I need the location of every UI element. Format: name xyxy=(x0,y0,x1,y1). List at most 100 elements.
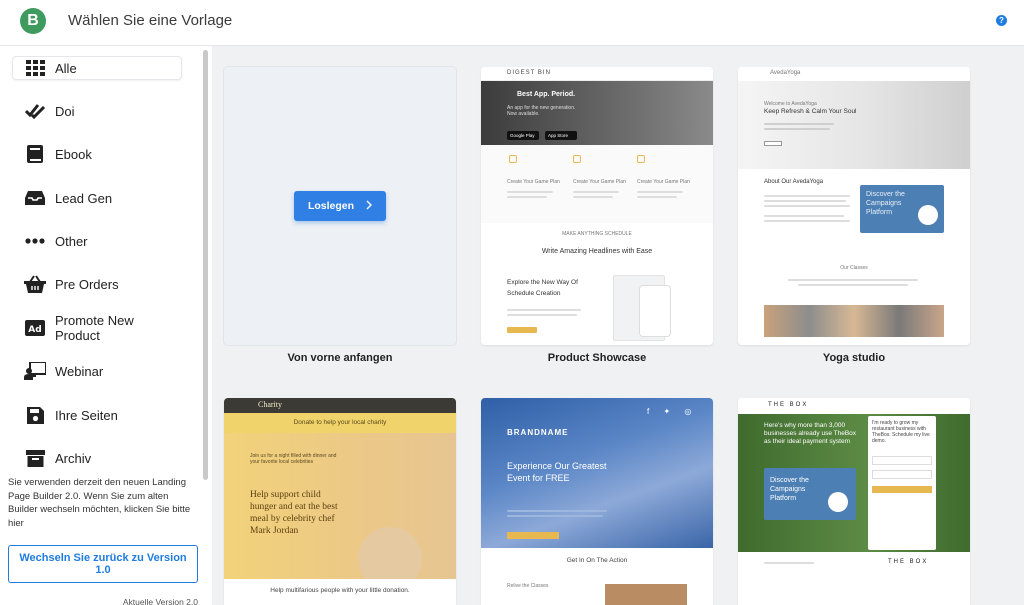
preview-hero-title: Keep Refresh & Calm Your Soul xyxy=(764,108,857,115)
preview-video: Discover the Campaigns Platform xyxy=(764,468,856,520)
sidebar: Alle Doi Ebook Lead Gen Other Pre Orders… xyxy=(0,46,212,605)
preview-about-title: About Our AvedaYoga xyxy=(764,179,824,185)
help-icon[interactable]: ? xyxy=(996,15,1007,26)
preview-footer: THE BOX xyxy=(738,552,970,605)
more-dots-icon xyxy=(24,230,46,252)
preview-headline-section: MAKE ANYTHING SCHEDULE Write Amazing Hea… xyxy=(481,223,713,345)
preview-brand: DIGEST BIN xyxy=(507,70,551,76)
feature-icon xyxy=(573,155,581,163)
page-title: Wählen Sie eine Vorlage xyxy=(68,12,233,29)
sidebar-item-label: Doi xyxy=(55,103,75,119)
template-card-event[interactable]: BRANDNAME Experience Our Greatest Event … xyxy=(481,398,713,605)
template-card-blank[interactable]: Loslegen xyxy=(224,67,456,345)
start-button[interactable]: Loslegen xyxy=(294,191,386,221)
preview-classes-title: Our Classes xyxy=(840,265,868,271)
ad-icon: Ad xyxy=(24,317,46,339)
preview-relive: Relive the Classes xyxy=(507,583,549,589)
sidebar-item-archiv[interactable]: Archiv xyxy=(13,447,181,469)
preview-headline: Write Amazing Headlines with Ease xyxy=(541,248,653,255)
preview-banner-text: Donate to help your local charity xyxy=(293,419,387,426)
sidebar-item-doi[interactable]: Doi xyxy=(13,100,181,122)
sidebar-item-label: Promote New Product xyxy=(55,313,134,343)
preview-explore: Explore the New Way Of Schedule Creation xyxy=(507,279,578,297)
grid-icon xyxy=(24,57,46,79)
preview-headline: Help support child hunger and eat the be… xyxy=(250,490,338,536)
sidebar-item-webinar[interactable]: Webinar xyxy=(13,360,181,382)
preview-small-text: Join us for a night filled with dinner a… xyxy=(250,453,337,465)
template-label: Von vorne anfangen xyxy=(287,352,393,364)
sidebar-item-label: Ebook xyxy=(55,146,92,162)
brand-logo[interactable]: B xyxy=(20,8,46,34)
switch-version-button[interactable]: Wechseln Sie zurück zu Version 1.0 xyxy=(8,545,198,583)
sidebar-item-lead-gen[interactable]: Lead Gen xyxy=(13,187,181,209)
preview-video-title: Discover the Campaigns Platform xyxy=(866,191,905,216)
preview-features: Create Your Game Plan Create Your Game P… xyxy=(481,145,713,223)
template-card-product-showcase[interactable]: DIGEST BIN Best App. Period. An app for … xyxy=(481,67,713,345)
template-label: Product Showcase xyxy=(547,352,647,364)
sidebar-item-label: Archiv xyxy=(55,450,92,466)
preview-nav: Charity xyxy=(224,398,456,413)
preview-hero-sub: An app for the new generation. Now avail… xyxy=(507,105,576,117)
feature-icon xyxy=(637,155,645,163)
sidebar-item-ihre-seiten[interactable]: Ihre Seiten xyxy=(13,404,181,426)
preview-nav: THE BOX xyxy=(738,398,970,414)
preview-hero: Join us for a night filled with dinner a… xyxy=(224,433,456,605)
preview-headline: Experience Our Greatest Event for FREE xyxy=(507,461,607,483)
preview-brand: AvedaYoga xyxy=(770,70,801,76)
preview-footer: Help multifarious people with your littl… xyxy=(224,579,456,605)
preview-brand: THE BOX xyxy=(768,402,809,408)
sidebar-item-label: Alle xyxy=(55,60,77,76)
archive-icon xyxy=(24,447,46,469)
feature-title: Create Your Game Plan xyxy=(637,179,690,185)
sidebar-item-label: Webinar xyxy=(55,363,104,379)
preview-video: Discover the Campaigns Platform xyxy=(860,185,944,233)
sidebar-item-other[interactable]: Other xyxy=(13,230,181,252)
template-card-charity[interactable]: Charity Donate to help your local charit… xyxy=(224,398,456,605)
sidebar-item-pre-orders[interactable]: Pre Orders xyxy=(13,273,181,295)
svg-text:Ad: Ad xyxy=(28,325,41,335)
preview-hero: Here's why more than 3,000 businesses al… xyxy=(738,414,970,552)
preview-video-title: Discover the Campaigns Platform xyxy=(770,477,809,502)
template-card-restaurant[interactable]: THE BOX Here's why more than 3,000 busin… xyxy=(738,398,970,605)
preview-brand: BRANDNAME xyxy=(507,428,569,437)
preview-welcome: Welcome to AvedaYoga xyxy=(764,101,817,107)
preview-brand: Charity xyxy=(258,400,282,409)
preview-action: Get In On The Action Relive the Classes xyxy=(481,548,713,605)
preview-nav: DIGEST BIN xyxy=(481,67,713,81)
sidebar-item-label: Other xyxy=(55,233,88,249)
sidebar-item-label: Ihre Seiten xyxy=(55,407,118,423)
preview-store-a: Google Play xyxy=(507,131,539,140)
preview-kicker: MAKE ANYTHING SCHEDULE xyxy=(562,231,632,237)
preview-about: About Our AvedaYoga Discover the Campaig… xyxy=(738,169,970,257)
preview-headline: Here's why more than 3,000 businesses al… xyxy=(764,422,857,445)
preview-nav: AvedaYoga xyxy=(738,67,970,81)
save-icon xyxy=(24,404,46,426)
feature-title: Create Your Game Plan xyxy=(507,179,560,185)
sidebar-scrollbar[interactable] xyxy=(203,50,208,480)
chevron-right-icon xyxy=(366,200,373,213)
feature-icon xyxy=(509,155,517,163)
preview-classes: Our Classes xyxy=(738,257,970,345)
preview-hero: Welcome to AvedaYoga Keep Refresh & Calm… xyxy=(738,81,970,169)
preview-store-b: App Store xyxy=(545,131,577,140)
start-button-label: Loslegen xyxy=(307,200,355,212)
sidebar-item-alle[interactable]: Alle xyxy=(13,57,181,79)
current-version: Aktuelle Version 2.0 xyxy=(122,597,198,605)
sidebar-item-promote-new-product[interactable]: Ad Promote New Product xyxy=(13,313,181,343)
preview-hero-title: Best App. Period. xyxy=(517,91,576,98)
feature-title: Create Your Game Plan xyxy=(573,179,626,185)
preview-hero: BRANDNAME Experience Our Greatest Event … xyxy=(481,398,713,548)
double-check-icon xyxy=(24,100,46,122)
sidebar-item-ebook[interactable]: Ebook xyxy=(13,143,181,165)
preview-footer-brand: THE BOX xyxy=(888,559,929,565)
basket-icon xyxy=(24,273,46,295)
preview-action-title: Get In On The Action xyxy=(566,557,628,564)
preview-form: I'm ready to grow my restaurant business… xyxy=(868,416,936,550)
preview-form-title: I'm ready to grow my restaurant business… xyxy=(872,420,930,444)
template-label: Yoga studio xyxy=(822,352,886,364)
book-icon xyxy=(24,143,46,165)
sidebar-item-label: Pre Orders xyxy=(55,276,119,292)
template-card-yoga-studio[interactable]: AvedaYoga Welcome to AvedaYoga Keep Refr… xyxy=(738,67,970,345)
builder-notice: Sie verwenden derzeit den neuen Landing … xyxy=(8,477,191,529)
preview-hero: Best App. Period. An app for the new gen… xyxy=(481,81,713,145)
